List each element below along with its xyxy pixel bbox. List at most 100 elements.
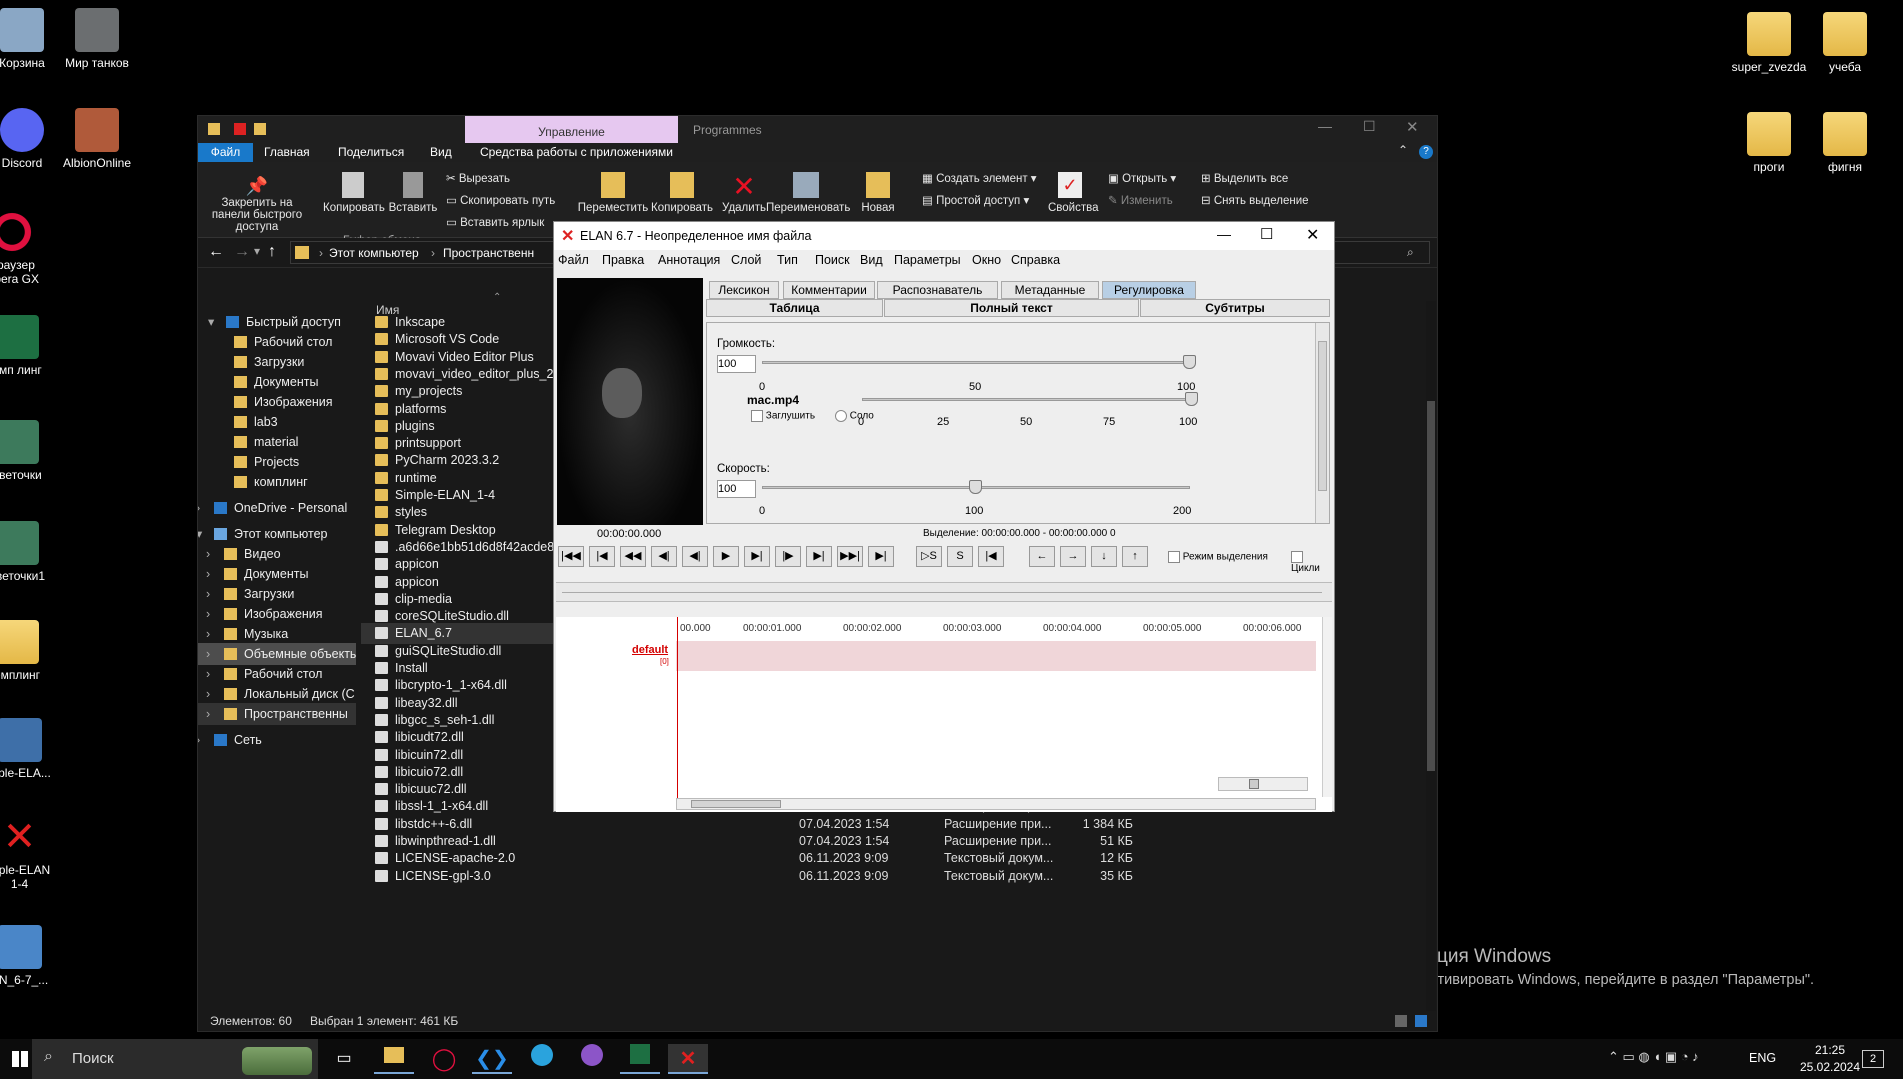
nav-item[interactable]: › Видео bbox=[198, 543, 356, 565]
desktop-icon-flowers[interactable]: цветочки bbox=[0, 420, 52, 482]
chevron-down-icon[interactable]: ▾ bbox=[254, 244, 260, 258]
tab-row2-0[interactable]: Таблица bbox=[706, 299, 883, 317]
desktop-icon-fignya[interactable]: фигня bbox=[1805, 112, 1885, 174]
properties-icon[interactable] bbox=[234, 123, 246, 135]
nav-item[interactable]: Документы bbox=[198, 371, 356, 393]
desktop-icon-super-zvezda[interactable]: super_zvezda bbox=[1729, 12, 1809, 74]
collapse-ribbon-icon[interactable]: ⌃ bbox=[1398, 143, 1408, 157]
desktop-icon-simple-elan-14[interactable]: ✕mple-ELAN 1-4 bbox=[0, 815, 57, 891]
clock-date[interactable]: 25.02.2024 bbox=[1788, 1060, 1872, 1074]
zoom-slider-thumb[interactable] bbox=[1249, 779, 1259, 789]
desktop-icon-ucheba[interactable]: учеба bbox=[1805, 12, 1885, 74]
desktop-icon-elan-installer[interactable]: AN_6-7_... bbox=[0, 925, 57, 987]
desktop-icon-simple-elan[interactable]: mple-ELA... bbox=[0, 718, 57, 780]
selection-button[interactable]: |◀ bbox=[978, 546, 1004, 567]
copy-button[interactable]: Копировать bbox=[323, 172, 385, 214]
menu-item[interactable]: Аннотация bbox=[658, 253, 720, 267]
player-button[interactable]: |▶ bbox=[775, 546, 801, 567]
maximize-button[interactable]: ☐ bbox=[1363, 118, 1376, 135]
player-button[interactable]: |◀◀ bbox=[558, 546, 584, 567]
annotation-nav-button[interactable]: ↑ bbox=[1122, 546, 1148, 567]
help-icon[interactable]: ? bbox=[1419, 145, 1433, 159]
nav-item[interactable]: › Пространственны bbox=[198, 703, 356, 725]
annotation-nav-button[interactable]: → bbox=[1060, 546, 1086, 567]
forward-arrow-icon[interactable]: → bbox=[234, 243, 250, 261]
select-all-button[interactable]: ⊞ Выделить все bbox=[1201, 171, 1288, 185]
context-tab-manage[interactable]: Управление bbox=[465, 116, 678, 143]
nav-item[interactable]: › Объемные объекты bbox=[198, 643, 356, 665]
desktop-icon-recycle[interactable]: Корзина bbox=[0, 8, 62, 70]
expand-chevron-icon[interactable]: › bbox=[198, 497, 200, 519]
clock-time[interactable]: 21:25 bbox=[1800, 1043, 1860, 1057]
language-indicator[interactable]: ENG bbox=[1749, 1051, 1776, 1065]
menu-item[interactable]: Правка bbox=[602, 253, 644, 267]
nav-item[interactable]: комплинг bbox=[198, 471, 356, 493]
expand-chevron-icon[interactable]: › bbox=[206, 543, 210, 565]
scrollbar-thumb[interactable] bbox=[1427, 401, 1435, 771]
open-button[interactable]: ▣ Открыть ▾ bbox=[1108, 171, 1176, 185]
zoom-slider[interactable] bbox=[1218, 777, 1308, 791]
menu-item[interactable]: Поиск bbox=[815, 253, 850, 267]
player-button[interactable]: ▶▶| bbox=[837, 546, 863, 567]
tab-app-tools[interactable]: Средства работы с приложениями bbox=[480, 145, 673, 159]
selection-mode-checkbox[interactable]: Режим выделения bbox=[1168, 551, 1268, 563]
taskbar-vscode[interactable]: ❮❯ bbox=[472, 1044, 512, 1074]
new-item-button[interactable]: ▦ Создать элемент ▾ bbox=[922, 171, 1037, 185]
desktop-icon-compling[interactable]: омплинг bbox=[0, 620, 52, 682]
taskbar-elan[interactable]: ✕ bbox=[668, 1044, 708, 1074]
menu-item[interactable]: Справка bbox=[1011, 253, 1060, 267]
nav-item[interactable]: › Локальный диск (C bbox=[198, 683, 356, 705]
tab-row2-2[interactable]: Субтитры bbox=[1140, 299, 1330, 317]
nav-item[interactable]: Изображения bbox=[198, 391, 356, 413]
nav-item[interactable]: › Документы bbox=[198, 563, 356, 585]
nav-item[interactable]: Рабочий стол bbox=[198, 331, 356, 353]
tiles-view-icon[interactable] bbox=[1415, 1015, 1427, 1027]
player-button[interactable]: |◀ bbox=[589, 546, 615, 567]
player-button[interactable]: ▶| bbox=[806, 546, 832, 567]
expand-chevron-icon[interactable]: › bbox=[206, 663, 210, 685]
volume-input[interactable] bbox=[717, 355, 756, 373]
timeline-viewer[interactable]: 00.000 00:00:01.000 00:00:02.000 00:00:03.0… bbox=[556, 617, 1332, 812]
annotation-nav-button[interactable]: ← bbox=[1029, 546, 1055, 567]
tab-home[interactable]: Главная bbox=[264, 145, 310, 159]
move-to-button[interactable]: Переместить bbox=[576, 172, 650, 214]
tab-row2-1[interactable]: Полный текст bbox=[884, 299, 1139, 317]
desktop-icon-opera[interactable]: Браузер Opera GX bbox=[0, 210, 42, 286]
tier-label[interactable]: default bbox=[632, 644, 668, 656]
nav-item[interactable]: › Рабочий стол bbox=[198, 663, 356, 685]
delete-button[interactable]: ✕ Удалить bbox=[721, 172, 767, 215]
mute-checkbox[interactable]: Заглушить bbox=[751, 410, 815, 422]
tray-icons[interactable]: ⌃ ▭ ◍ ◖ ▣ ◔ ♪ bbox=[1608, 1049, 1699, 1065]
minimize-button[interactable]: — bbox=[1217, 226, 1231, 242]
copy-path-button[interactable]: ▭ Скопировать путь bbox=[446, 193, 555, 207]
nav-item[interactable]: Загрузки bbox=[198, 351, 356, 373]
expand-chevron-icon[interactable]: › bbox=[206, 583, 210, 605]
expand-chevron-icon[interactable]: › bbox=[206, 643, 210, 665]
easy-access-button[interactable]: ▤ Простой доступ ▾ bbox=[922, 193, 1029, 207]
details-view-icon[interactable] bbox=[1395, 1015, 1407, 1027]
annotation-nav-button[interactable]: ↓ bbox=[1091, 546, 1117, 567]
volume-slider[interactable] bbox=[762, 361, 1190, 364]
player-button[interactable]: ◀| bbox=[651, 546, 677, 567]
video-viewer[interactable] bbox=[557, 278, 703, 525]
desktop-icon-discord[interactable]: Discord bbox=[0, 108, 62, 170]
taskbar-discord[interactable] bbox=[572, 1044, 612, 1074]
expand-chevron-icon[interactable]: ▾ bbox=[208, 311, 214, 333]
tier-row[interactable] bbox=[676, 641, 1316, 671]
controls-scrollbar[interactable] bbox=[1315, 323, 1329, 523]
tab-1[interactable]: Комментарии bbox=[783, 281, 875, 299]
nav-item[interactable]: › OneDrive - Personal bbox=[198, 497, 356, 519]
selection-button[interactable]: ▷S bbox=[916, 546, 942, 567]
tab-4[interactable]: Регулировка bbox=[1102, 281, 1196, 299]
taskbar-opera[interactable]: ◯ bbox=[424, 1044, 464, 1074]
back-arrow-icon[interactable]: ← bbox=[208, 243, 224, 261]
menu-item[interactable]: Вид bbox=[860, 253, 883, 267]
minimize-button[interactable]: — bbox=[1318, 118, 1332, 134]
menu-item[interactable]: Тип bbox=[777, 253, 798, 267]
taskbar-telegram[interactable] bbox=[522, 1044, 562, 1074]
desktop-icon-wot[interactable]: Мир танков bbox=[57, 8, 137, 70]
task-view-button[interactable]: ▭ bbox=[324, 1044, 364, 1074]
breadcrumb-folder[interactable]: Пространственн bbox=[443, 246, 534, 260]
tab-share[interactable]: Поделиться bbox=[338, 145, 404, 159]
media-volume-slider[interactable] bbox=[862, 398, 1192, 401]
